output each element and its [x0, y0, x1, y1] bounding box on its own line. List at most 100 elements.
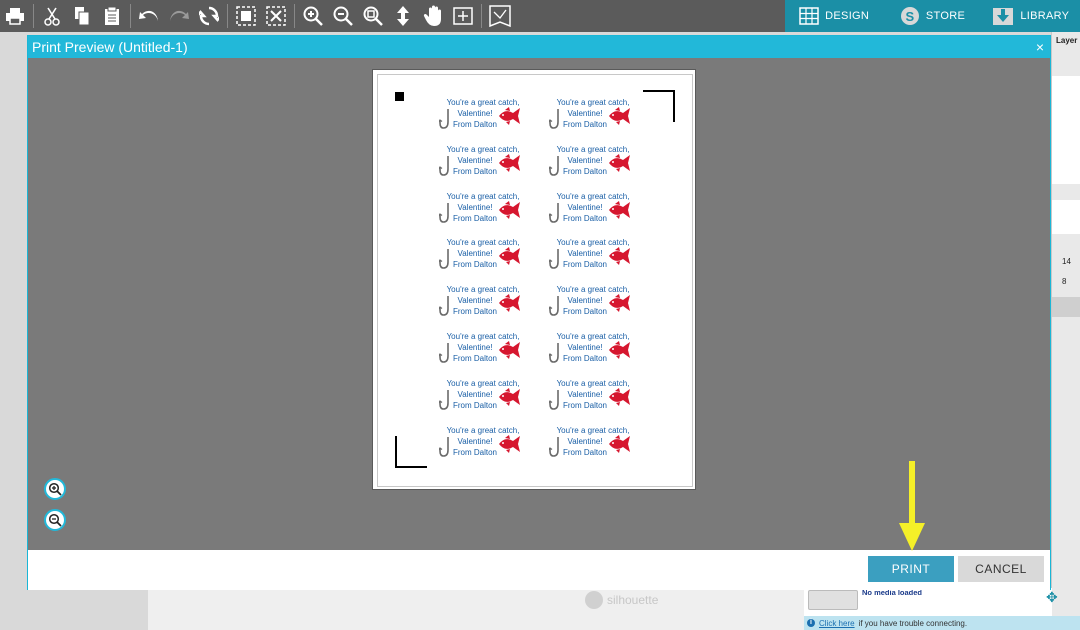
panel-divider: [1052, 297, 1080, 317]
zoom-out-icon[interactable]: [328, 1, 358, 31]
help-text: if you have trouble connecting.: [858, 618, 968, 628]
layers-list: [1052, 76, 1080, 184]
valentine-label: You're a great catch, Valentine! From Dalt…: [439, 98, 531, 138]
red-fish-icon: [609, 387, 630, 406]
valentine-label: You're a great catch, Valentine! From Dalt…: [439, 192, 531, 232]
red-fish-icon: [609, 200, 630, 219]
label-line-2: Valentine!: [567, 436, 603, 446]
registration-mark-square: [395, 92, 404, 101]
cut-icon[interactable]: [37, 1, 67, 31]
label-line-3: From Dalton: [452, 260, 497, 270]
valentine-label: You're a great catch, Valentine! From Dalt…: [439, 379, 531, 419]
zoom-out-icon: [48, 513, 62, 527]
printable-area: [377, 74, 693, 487]
select-all-icon[interactable]: [231, 1, 261, 31]
label-line-2: Valentine!: [567, 343, 603, 352]
toolbar-divider: [130, 4, 131, 28]
red-fish-icon: [609, 341, 630, 359]
copy-icon[interactable]: [67, 1, 97, 31]
cancel-button[interactable]: CANCEL: [958, 556, 1044, 582]
fit-page-icon[interactable]: [448, 1, 478, 31]
red-fish-icon: [499, 200, 520, 219]
print-icon[interactable]: [0, 1, 30, 31]
label-line-2: Valentine!: [457, 343, 493, 352]
tab-store[interactable]: S STORE: [883, 0, 981, 32]
label-line-3: From Dalton: [562, 166, 607, 176]
valentine-label: You're a great catch, Valentine! From Dalt…: [549, 145, 641, 185]
label-line-3: From Dalton: [452, 447, 497, 457]
close-icon[interactable]: ×: [1036, 38, 1044, 56]
download-icon: [993, 8, 1014, 25]
valentine-label: You're a great catch, Valentine! From Dalt…: [549, 426, 641, 466]
label-line-2: Valentine!: [457, 249, 493, 259]
arrow-annotation-icon: [899, 461, 925, 551]
label-line-3: From Dalton: [452, 400, 497, 410]
valentine-label: You're a great catch, Valentine! From Dalt…: [439, 332, 531, 372]
label-line-3: From Dalton: [562, 120, 607, 129]
preview-zoom-out-button[interactable]: [44, 509, 66, 531]
undo-icon[interactable]: [134, 1, 164, 31]
label-line-2: Valentine!: [567, 296, 603, 306]
paste-icon[interactable]: [97, 1, 127, 31]
tab-design-label: DESIGN: [825, 10, 870, 22]
sketch-icon[interactable]: [485, 1, 515, 31]
design-canvas: [148, 590, 804, 630]
dialog-title: Print Preview (Untitled-1): [32, 39, 188, 55]
tool-icons: [0, 0, 515, 32]
valentine-label: You're a great catch, Valentine! From Dalt…: [439, 145, 531, 185]
red-fish-icon: [609, 153, 630, 172]
label-line-2: Valentine!: [567, 249, 603, 259]
refresh-icon[interactable]: [194, 1, 224, 31]
valentine-label: You're a great catch, Valentine! From Dalt…: [439, 285, 531, 325]
dialog-title-bar: Print Preview (Untitled-1) ×: [28, 36, 1050, 58]
label-line-2: Valentine!: [457, 436, 493, 446]
toolbar-divider: [33, 4, 34, 28]
layers-panel: Layer 14 8: [1051, 32, 1080, 630]
silhouette-logo-icon: [585, 591, 603, 609]
nav-arrows-icon[interactable]: ✥: [1046, 590, 1058, 604]
zoom-fit-icon[interactable]: [358, 1, 388, 31]
label-line-3: From Dalton: [562, 260, 607, 270]
tab-store-label: STORE: [925, 10, 966, 22]
help-link[interactable]: Click here: [819, 619, 855, 628]
label-line-2: Valentine!: [457, 202, 493, 212]
valentine-label: You're a great catch, Valentine! From Dalt…: [549, 332, 641, 372]
valentine-label: You're a great catch, Valentine! From Dalt…: [439, 238, 531, 278]
label-line-2: Valentine!: [567, 389, 603, 399]
move-icon[interactable]: [388, 1, 418, 31]
silhouette-watermark: silhouette: [585, 591, 658, 609]
valentine-label: You're a great catch, Valentine! From Dalt…: [549, 379, 641, 419]
preview-zoom-in-button[interactable]: [44, 478, 66, 500]
deselect-icon[interactable]: [261, 1, 291, 31]
label-line-3: From Dalton: [452, 213, 497, 223]
silhouette-s-icon: S: [900, 7, 919, 25]
tab-library[interactable]: LIBRARY: [982, 0, 1080, 32]
print-button[interactable]: PRINT: [868, 556, 954, 582]
zoom-in-icon[interactable]: [298, 1, 328, 31]
red-fish-icon: [499, 153, 520, 172]
label-line-3: From Dalton: [562, 354, 607, 363]
red-fish-icon: [499, 387, 520, 406]
label-line-3: From Dalton: [562, 447, 607, 457]
red-fish-icon: [609, 294, 630, 313]
label-line-2: Valentine!: [457, 109, 493, 118]
label-line-3: From Dalton: [452, 166, 497, 176]
label-line-2: Valentine!: [457, 389, 493, 399]
main-toolbar: DESIGN S STORE LIBRARY: [0, 0, 1080, 32]
tab-design[interactable]: DESIGN: [785, 0, 883, 32]
registration-mark-top-right: [643, 90, 675, 122]
panel-value-1: 14: [1062, 257, 1071, 266]
toolbar-divider: [481, 4, 482, 28]
registration-mark-bottom-left: [395, 436, 427, 468]
dialog-footer: PRINT CANCEL: [28, 550, 1050, 590]
svg-text:S: S: [905, 9, 914, 24]
valentine-label: You're a great catch, Valentine! From Dalt…: [549, 285, 641, 325]
print-page: You're a great catch, Valentine! From Dalt…: [372, 69, 696, 490]
redo-icon[interactable]: [164, 1, 194, 31]
red-fish-icon: [499, 107, 520, 125]
help-bar: i Click here if you have trouble connect…: [804, 616, 1080, 630]
label-line-2: Valentine!: [567, 202, 603, 212]
pan-icon[interactable]: [418, 1, 448, 31]
valentine-label: You're a great catch, Valentine! From Dalt…: [549, 238, 641, 278]
main-tabs: DESIGN S STORE LIBRARY: [785, 0, 1080, 32]
